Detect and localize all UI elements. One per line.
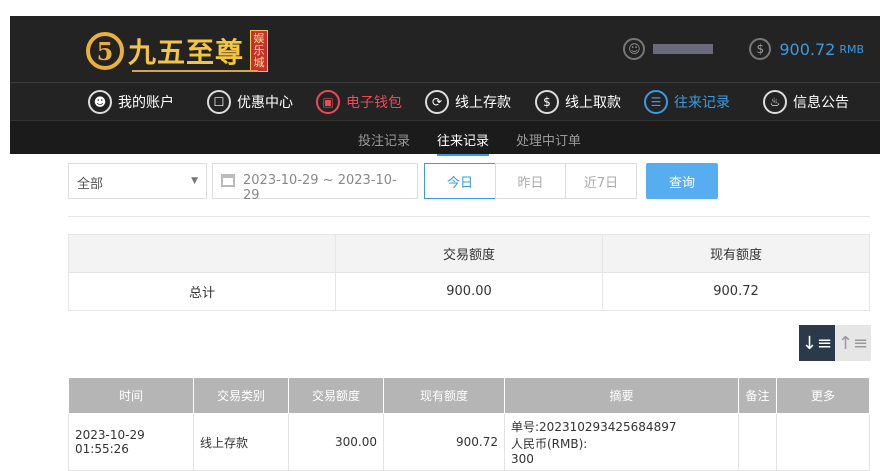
summary-transaction-amount: 900.00	[335, 272, 603, 311]
logo-name: 九五至尊	[128, 36, 245, 69]
summary-order-number: 单号:202310293425684897	[511, 420, 677, 434]
nav-records[interactable]: ☰ 往来记录	[644, 89, 730, 114]
summary-total-label: 总计	[68, 272, 336, 311]
col-time: 时间	[68, 377, 194, 414]
nav-announcements[interactable]: ♨ 信息公告	[763, 89, 849, 114]
summary-current-balance: 900.72	[602, 272, 870, 311]
nav-promotions[interactable]: ☐ 优惠中心	[207, 89, 293, 114]
sub-nav: 投注记录 往来记录 处理中订单	[10, 120, 880, 156]
records-icon: ☰	[644, 89, 668, 114]
balance-currency: RMB	[839, 42, 864, 56]
date-range-value: 2023-10-29 ~ 2023-10-29	[243, 173, 397, 203]
summary-value: 300	[511, 452, 534, 466]
divider	[68, 216, 870, 217]
nav-label: 优惠中心	[237, 94, 293, 111]
username-redacted[interactable]	[653, 44, 714, 54]
col-note: 备注	[738, 377, 777, 414]
logo[interactable]: 5 九五至尊 娱乐城	[86, 26, 269, 76]
sort-buttons: ↓≡ ↑≡	[799, 325, 871, 361]
col-amount: 交易额度	[288, 377, 384, 414]
main-nav: ☻ 我的账户 ☐ 优惠中心 ▣ 电子钱包 ⟳ 线上存款 $ 线上取款 ☰ 往来记…	[10, 82, 880, 120]
col-more: 更多	[776, 377, 870, 414]
nav-label: 我的账户	[118, 94, 174, 111]
logo-underline	[132, 70, 258, 72]
nav-label: 信息公告	[793, 94, 849, 111]
user-icon: ☻	[88, 89, 112, 114]
records-table: 时间 交易类别 交易额度 现有额度 摘要 备注 更多 2023-10-29 01…	[68, 377, 870, 471]
nav-deposit[interactable]: ⟳ 线上存款	[425, 89, 511, 114]
last-7-days-button[interactable]: 近7日	[565, 163, 637, 199]
site-header: 5 九五至尊 娱乐城 ☺ $ 900.72 RMB ☻ 我的账户 ☐ 优惠中心 …	[10, 16, 880, 156]
nav-label: 线上存款	[455, 94, 511, 111]
summary-row: 总计 900.00 900.72	[68, 272, 870, 311]
sort-ascending-icon[interactable]: ↑≡	[835, 325, 871, 361]
wallet-icon: ▣	[316, 89, 340, 114]
nav-label: 电子钱包	[346, 94, 402, 111]
tab-transaction-records[interactable]: 往来记录	[437, 130, 490, 156]
summary-table: 交易额度 现有额度 总计 900.00 900.72	[68, 234, 870, 311]
search-button[interactable]: 查询	[646, 163, 718, 199]
bell-icon: ♨	[763, 89, 787, 114]
summary-header-row: 交易额度 现有额度	[68, 234, 870, 273]
type-select[interactable]: 全部 ▼	[68, 163, 207, 199]
date-range-input[interactable]: 2023-10-29 ~ 2023-10-29	[212, 163, 418, 203]
summary-currency: 人民币(RMB):	[511, 437, 588, 451]
summary-header-cell: 现有额度	[602, 234, 870, 273]
user-avatar-icon[interactable]: ☺	[623, 38, 646, 60]
nav-withdraw[interactable]: $ 线上取款	[535, 89, 621, 114]
logo-mark-icon: 5	[86, 32, 124, 70]
logo-badge: 娱乐城	[250, 30, 269, 72]
dollar-icon: $	[749, 38, 772, 60]
nav-e-wallet[interactable]: ▣ 电子钱包	[316, 89, 402, 114]
deposit-icon: ⟳	[425, 89, 449, 114]
col-balance: 现有额度	[383, 377, 505, 414]
balance-amount: 900.72	[779, 39, 836, 59]
yesterday-button[interactable]: 昨日	[495, 163, 566, 199]
chevron-down-icon: ▼	[191, 176, 198, 186]
records-header-row: 时间 交易类别 交易额度 现有额度 摘要 备注 更多	[68, 377, 870, 414]
sort-descending-icon[interactable]: ↓≡	[799, 325, 835, 361]
calendar-icon	[221, 174, 235, 187]
user-area: ☺ $ 900.72 RMB	[623, 38, 864, 60]
col-summary: 摘要	[504, 377, 739, 414]
today-button[interactable]: 今日	[424, 163, 496, 199]
nav-label: 往来记录	[674, 94, 730, 111]
col-type: 交易类别	[193, 377, 289, 414]
type-select-value: 全部	[77, 177, 104, 192]
summary-header-cell	[68, 234, 336, 273]
gift-icon: ☐	[207, 89, 231, 114]
top-strip	[10, 0, 880, 16]
summary-header-cell: 交易额度	[335, 234, 603, 273]
tab-pending-orders[interactable]: 处理中订单	[516, 130, 581, 149]
nav-label: 线上取款	[565, 94, 621, 111]
nav-my-account[interactable]: ☻ 我的账户	[88, 89, 174, 114]
tab-bet-records[interactable]: 投注记录	[358, 130, 410, 149]
withdraw-icon: $	[535, 89, 559, 114]
